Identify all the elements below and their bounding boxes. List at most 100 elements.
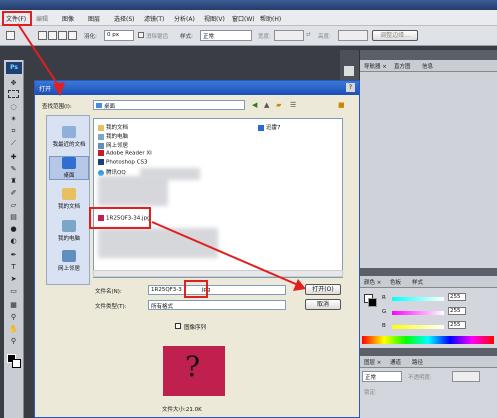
- blue-channel-label: B: [382, 323, 386, 329]
- stamp-icon[interactable]: ♜: [8, 176, 19, 186]
- add-selection-icon[interactable]: [48, 31, 57, 40]
- opacity-input[interactable]: [452, 371, 480, 382]
- tab-color[interactable]: 颜色 ×: [364, 278, 381, 286]
- look-in-select[interactable]: 桌面: [93, 100, 245, 110]
- new-folder-icon[interactable]: ▰: [276, 101, 281, 109]
- menu-analysis[interactable]: 分析(A): [174, 14, 195, 23]
- move-tool-icon[interactable]: ✥: [8, 78, 19, 88]
- menu-view[interactable]: 视图(V): [204, 14, 225, 23]
- menu-layer[interactable]: 图层: [88, 14, 100, 23]
- look-in-value: 桌面: [104, 104, 116, 110]
- file-item-photoshop[interactable]: Photoshop CS3: [98, 159, 147, 166]
- horizontal-scrollbar[interactable]: [93, 270, 343, 277]
- style-select[interactable]: 正常: [200, 30, 252, 41]
- tab-navigator[interactable]: 导航器 ×: [364, 62, 387, 70]
- place-network[interactable]: 网上邻居: [49, 250, 89, 272]
- view-menu-icon[interactable]: ☰: [290, 101, 296, 109]
- bg-color-chip[interactable]: [368, 298, 377, 307]
- up-folder-icon[interactable]: ▲: [264, 101, 269, 109]
- tab-channels[interactable]: 通道: [390, 358, 401, 366]
- gradient-icon[interactable]: ▤: [8, 212, 19, 222]
- red-channel-label: R: [382, 295, 386, 301]
- healing-icon[interactable]: ✚: [8, 152, 19, 162]
- magic-wand-icon[interactable]: ✶: [8, 114, 19, 124]
- crop-icon[interactable]: ⌗: [8, 126, 19, 136]
- file-item-adobe-reader[interactable]: Adobe Reader XI: [98, 150, 152, 157]
- eraser-icon[interactable]: ▱: [8, 200, 19, 210]
- blur-icon[interactable]: ●: [8, 224, 19, 234]
- place-desktop[interactable]: 桌面: [49, 156, 89, 180]
- red-value[interactable]: 255: [448, 293, 466, 301]
- notes-icon[interactable]: ▦: [8, 300, 19, 310]
- place-my-computer[interactable]: 我的电脑: [49, 220, 89, 242]
- blue-slider[interactable]: [392, 325, 444, 329]
- red-slider[interactable]: [392, 297, 444, 301]
- computer-icon: [98, 133, 104, 140]
- filename-input[interactable]: 1R25QF3-3 jpg: [148, 285, 286, 295]
- image-sequence-checkbox[interactable]: [175, 323, 181, 329]
- green-value[interactable]: 255: [448, 307, 466, 315]
- feather-input[interactable]: 0 px: [104, 30, 134, 41]
- tab-paths[interactable]: 路径: [412, 358, 423, 366]
- filetype-select[interactable]: 所有格式: [148, 300, 286, 310]
- new-selection-icon[interactable]: [38, 31, 47, 40]
- history-brush-icon[interactable]: ✐: [8, 188, 19, 198]
- blurred-files: [98, 176, 168, 206]
- place-my-documents[interactable]: 我的文档: [49, 188, 89, 210]
- preview-logo-icon: ?: [185, 350, 201, 383]
- file-item-network[interactable]: 网上邻居: [98, 141, 128, 149]
- file-item-my-computer[interactable]: 我的电脑: [98, 132, 128, 140]
- file-item-thunder[interactable]: 迅雷7: [258, 123, 281, 131]
- marquee-icon[interactable]: [8, 90, 19, 98]
- open-button[interactable]: 打开(O): [305, 284, 341, 295]
- tab-layers[interactable]: 图层 ×: [364, 358, 381, 366]
- refine-edge-button[interactable]: 调整边缘...: [372, 30, 418, 41]
- height-label: 高度:: [318, 34, 331, 40]
- blurred-files: [98, 228, 218, 258]
- cancel-button[interactable]: 取消: [305, 299, 341, 310]
- blend-mode-select[interactable]: 正常: [362, 371, 402, 382]
- slice-icon[interactable]: ⟋: [8, 138, 19, 148]
- antialias-checkbox[interactable]: [138, 32, 144, 38]
- menu-help[interactable]: 帮助(H): [260, 14, 281, 23]
- path-select-icon[interactable]: ➤: [8, 274, 19, 284]
- hand-icon[interactable]: ✋: [8, 324, 19, 334]
- subtract-selection-icon[interactable]: [58, 31, 67, 40]
- tab-info[interactable]: 信息: [422, 62, 433, 70]
- tab-styles[interactable]: 样式: [412, 278, 423, 286]
- background-color-swatch[interactable]: [12, 359, 21, 368]
- color-spectrum[interactable]: [362, 336, 494, 344]
- zoom-icon[interactable]: ⚲: [8, 336, 19, 346]
- file-item-qq[interactable]: 腾讯QQ: [98, 168, 126, 176]
- menu-edit[interactable]: 编辑: [36, 14, 48, 23]
- dodge-icon[interactable]: ◐: [8, 236, 19, 246]
- folder-icon[interactable]: ■: [338, 101, 345, 109]
- width-input[interactable]: [274, 30, 304, 41]
- menu-image[interactable]: 图像: [62, 14, 74, 23]
- file-item-my-documents[interactable]: 我的文档: [98, 123, 128, 131]
- place-recent[interactable]: 我最近的文档: [49, 126, 89, 148]
- menu-filter[interactable]: 滤镜(T): [144, 14, 164, 23]
- pen-icon[interactable]: ✒: [8, 250, 19, 260]
- swap-icon[interactable]: ⇄: [306, 32, 311, 38]
- height-input[interactable]: [338, 30, 368, 41]
- tab-histogram[interactable]: 直方图: [394, 62, 411, 70]
- dialog-title: 打开: [39, 86, 52, 93]
- menu-select[interactable]: 选择(S): [114, 14, 135, 23]
- menu-window[interactable]: 窗口(W): [232, 14, 255, 23]
- intersect-selection-icon[interactable]: [68, 31, 77, 40]
- lasso-icon[interactable]: ◌: [8, 102, 19, 112]
- shape-icon[interactable]: ▭: [8, 286, 19, 296]
- folder-icon: [98, 124, 104, 131]
- marquee-tool-icon[interactable]: [6, 31, 15, 40]
- tab-swatches[interactable]: 色板: [390, 278, 401, 286]
- navigator-icon[interactable]: [344, 66, 354, 76]
- blue-value[interactable]: 255: [448, 321, 466, 329]
- brush-icon[interactable]: ✎: [8, 164, 19, 174]
- navigator-tabs: 导航器 × 直方图 信息: [360, 60, 497, 72]
- type-icon[interactable]: T: [8, 262, 19, 272]
- green-slider[interactable]: [392, 311, 444, 315]
- help-icon[interactable]: ?: [346, 83, 355, 92]
- back-icon[interactable]: ◀: [252, 101, 257, 109]
- eyedropper-icon[interactable]: ⚲: [8, 312, 19, 322]
